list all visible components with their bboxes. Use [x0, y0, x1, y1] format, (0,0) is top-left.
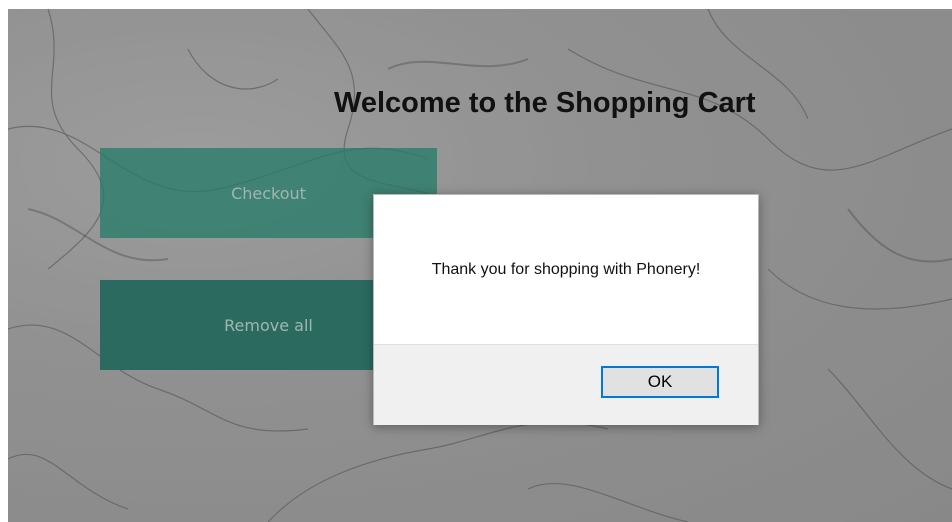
ok-button[interactable]: OK — [601, 366, 719, 398]
alert-footer: OK — [374, 344, 758, 425]
page-title: Welcome to the Shopping Cart — [334, 87, 756, 119]
alert-message: Thank you for shopping with Phonery! — [431, 260, 701, 278]
alert-dialog: Thank you for shopping with Phonery! OK — [373, 194, 759, 425]
